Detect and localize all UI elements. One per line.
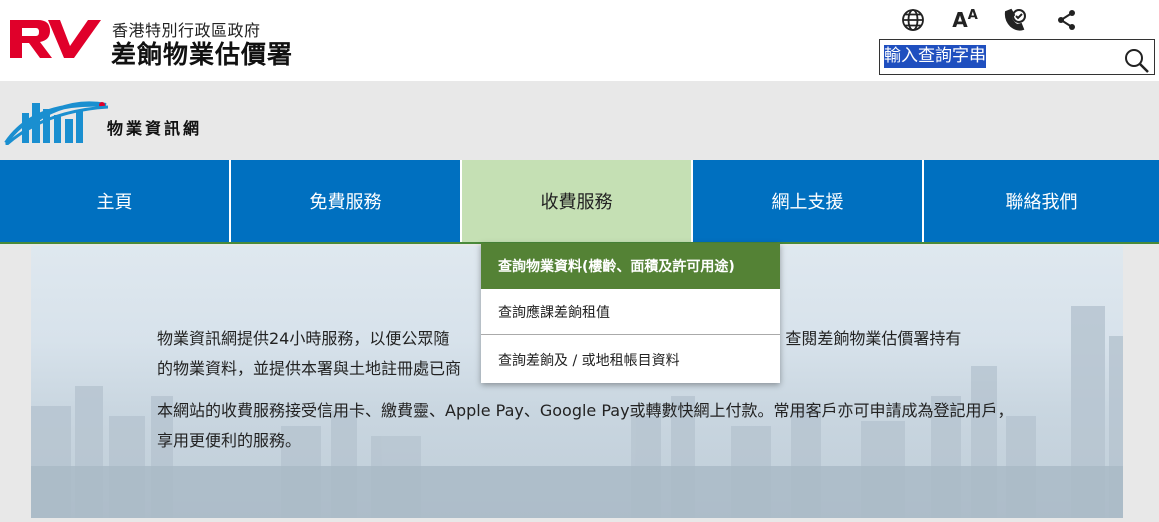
rv-logo[interactable] bbox=[8, 16, 102, 62]
nav-home[interactable]: 主頁 bbox=[0, 160, 231, 242]
search-icon[interactable] bbox=[1124, 48, 1150, 74]
nav-free-services[interactable]: 免費服務 bbox=[231, 160, 462, 242]
department-name: 差餉物業估價署 bbox=[111, 40, 294, 69]
font-size-icon[interactable]: AA bbox=[950, 5, 980, 35]
globe-icon[interactable] bbox=[898, 5, 928, 35]
paid-services-dropdown: 查詢物業資料(樓齡、面積及許可用途) 查詢應課差餉租值 查詢差餉及 / 或地租帳… bbox=[481, 243, 780, 383]
menu-item-rates-rent-account[interactable]: 查詢差餉及 / 或地租帳目資料 bbox=[481, 336, 780, 383]
right-gutter bbox=[1123, 246, 1159, 522]
main-nav: 主頁 免費服務 收費服務 網上支援 聯絡我們 bbox=[0, 160, 1159, 244]
pis-logo[interactable] bbox=[4, 91, 108, 145]
search-input[interactable]: 輸入查詢字串 bbox=[884, 45, 986, 68]
top-header: 香港特別行政區政府 差餉物業估價署 AA 輸入查詢字串 bbox=[0, 0, 1159, 81]
site-banner: 物業資訊網 bbox=[0, 81, 1159, 160]
menu-item-property-info[interactable]: 查詢物業資料(樓齡、面積及許可用途) bbox=[481, 243, 780, 289]
nav-online-support[interactable]: 網上支援 bbox=[693, 160, 924, 242]
nav-paid-services[interactable]: 收費服務 bbox=[462, 160, 693, 242]
intro-paragraph-2: 本網站的收費服務接受信用卡、繳費靈、Apple Pay、Google Pay或轉… bbox=[157, 401, 1014, 450]
search-box: 輸入查詢字串 bbox=[879, 39, 1155, 75]
contact-icon[interactable] bbox=[1000, 5, 1030, 35]
menu-item-rateable-value[interactable]: 查詢應課差餉租值 bbox=[481, 289, 780, 335]
share-icon[interactable] bbox=[1052, 5, 1082, 35]
site-title: 物業資訊網 bbox=[107, 119, 203, 138]
nav-contact-us[interactable]: 聯絡我們 bbox=[924, 160, 1159, 242]
